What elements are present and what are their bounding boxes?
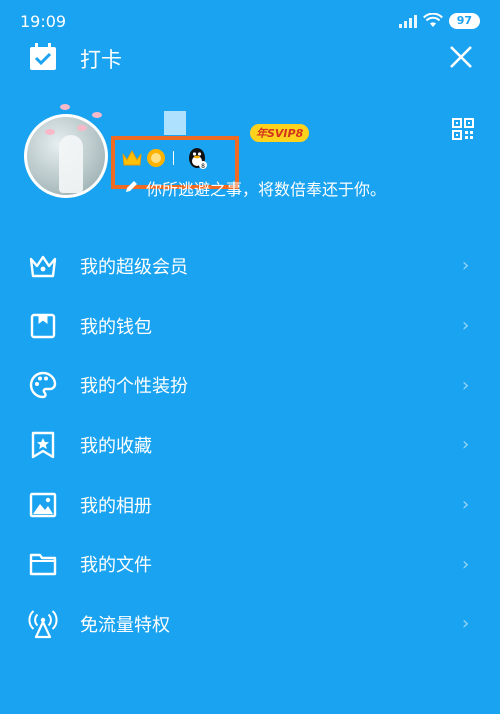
avatar-figure xyxy=(59,135,83,193)
signature-text[interactable]: 你所逃避之事，将数倍奉还于你。 xyxy=(146,176,386,200)
chevron-right-icon: › xyxy=(462,315,470,337)
petal-decoration xyxy=(45,129,55,135)
pencil-icon[interactable] xyxy=(124,180,138,194)
petal-decoration xyxy=(60,104,70,110)
menu-item-super-vip[interactable]: 我的超级会员 › xyxy=(0,236,500,296)
menu-item-label: 免流量特权 xyxy=(80,614,170,636)
menu-item-free-data[interactable]: 免流量特权 › xyxy=(0,594,500,654)
menu-item-label: 我的相册 xyxy=(80,495,152,517)
checkin-label[interactable]: 打卡 xyxy=(80,44,122,74)
username-redacted xyxy=(164,111,186,135)
calendar-check-icon[interactable] xyxy=(28,42,58,72)
menu-item-label: 我的收藏 xyxy=(80,435,152,457)
svip-badge[interactable]: 年SVIP8 xyxy=(250,124,310,142)
chevron-right-icon: › xyxy=(462,434,470,456)
menu-item-personalization[interactable]: 我的个性装扮 › xyxy=(0,355,500,415)
menu-item-favorites[interactable]: 我的收藏 › xyxy=(0,415,500,475)
avatar[interactable] xyxy=(24,114,108,198)
menu-item-files[interactable]: 我的文件 › xyxy=(0,534,500,594)
antenna-icon xyxy=(28,610,58,639)
menu-item-label: 我的个性装扮 xyxy=(80,376,188,398)
petal-decoration xyxy=(92,112,102,118)
chevron-right-icon: › xyxy=(462,613,470,635)
wallet-icon xyxy=(30,313,56,338)
menu-item-wallet[interactable]: 我的钱包 › xyxy=(0,296,500,356)
crown-outline-icon xyxy=(29,255,57,278)
chevron-right-icon: › xyxy=(462,255,470,277)
palette-icon xyxy=(29,372,57,399)
status-indicators: 97 xyxy=(398,13,480,29)
chevron-right-icon: › xyxy=(462,553,470,575)
folder-icon xyxy=(29,554,57,576)
image-icon xyxy=(29,492,57,517)
close-icon[interactable] xyxy=(448,44,474,70)
battery-indicator: 97 xyxy=(448,13,480,29)
petal-decoration xyxy=(77,125,87,131)
signal-icon xyxy=(398,14,417,28)
menu-list: 我的超级会员 › 我的钱包 › 我的个性装扮 › 我的收藏 › 我的相册 › 我… xyxy=(0,236,500,654)
chevron-right-icon: › xyxy=(462,494,470,516)
menu-item-label: 我的超级会员 xyxy=(80,256,188,278)
bookmark-star-icon xyxy=(31,431,55,459)
top-bar: 打卡 xyxy=(0,36,500,80)
status-time: 19:09 xyxy=(20,11,67,31)
qr-code-icon[interactable] xyxy=(452,118,474,140)
wifi-icon xyxy=(422,13,443,27)
chevron-right-icon: › xyxy=(462,374,470,396)
menu-item-label: 我的文件 xyxy=(80,555,152,577)
menu-item-label: 我的钱包 xyxy=(80,316,152,338)
menu-item-album[interactable]: 我的相册 › xyxy=(0,475,500,535)
